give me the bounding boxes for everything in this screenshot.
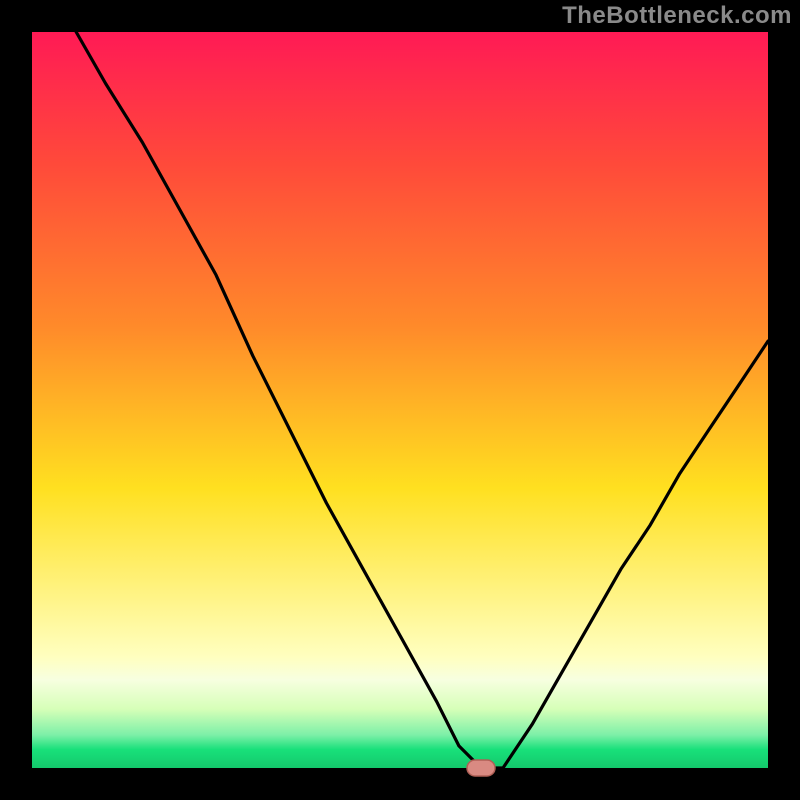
watermark-text: TheBottleneck.com — [562, 2, 792, 30]
chart-canvas — [0, 0, 800, 800]
bottleneck-chart: TheBottleneck.com — [0, 0, 800, 800]
optimal-marker — [467, 760, 495, 776]
